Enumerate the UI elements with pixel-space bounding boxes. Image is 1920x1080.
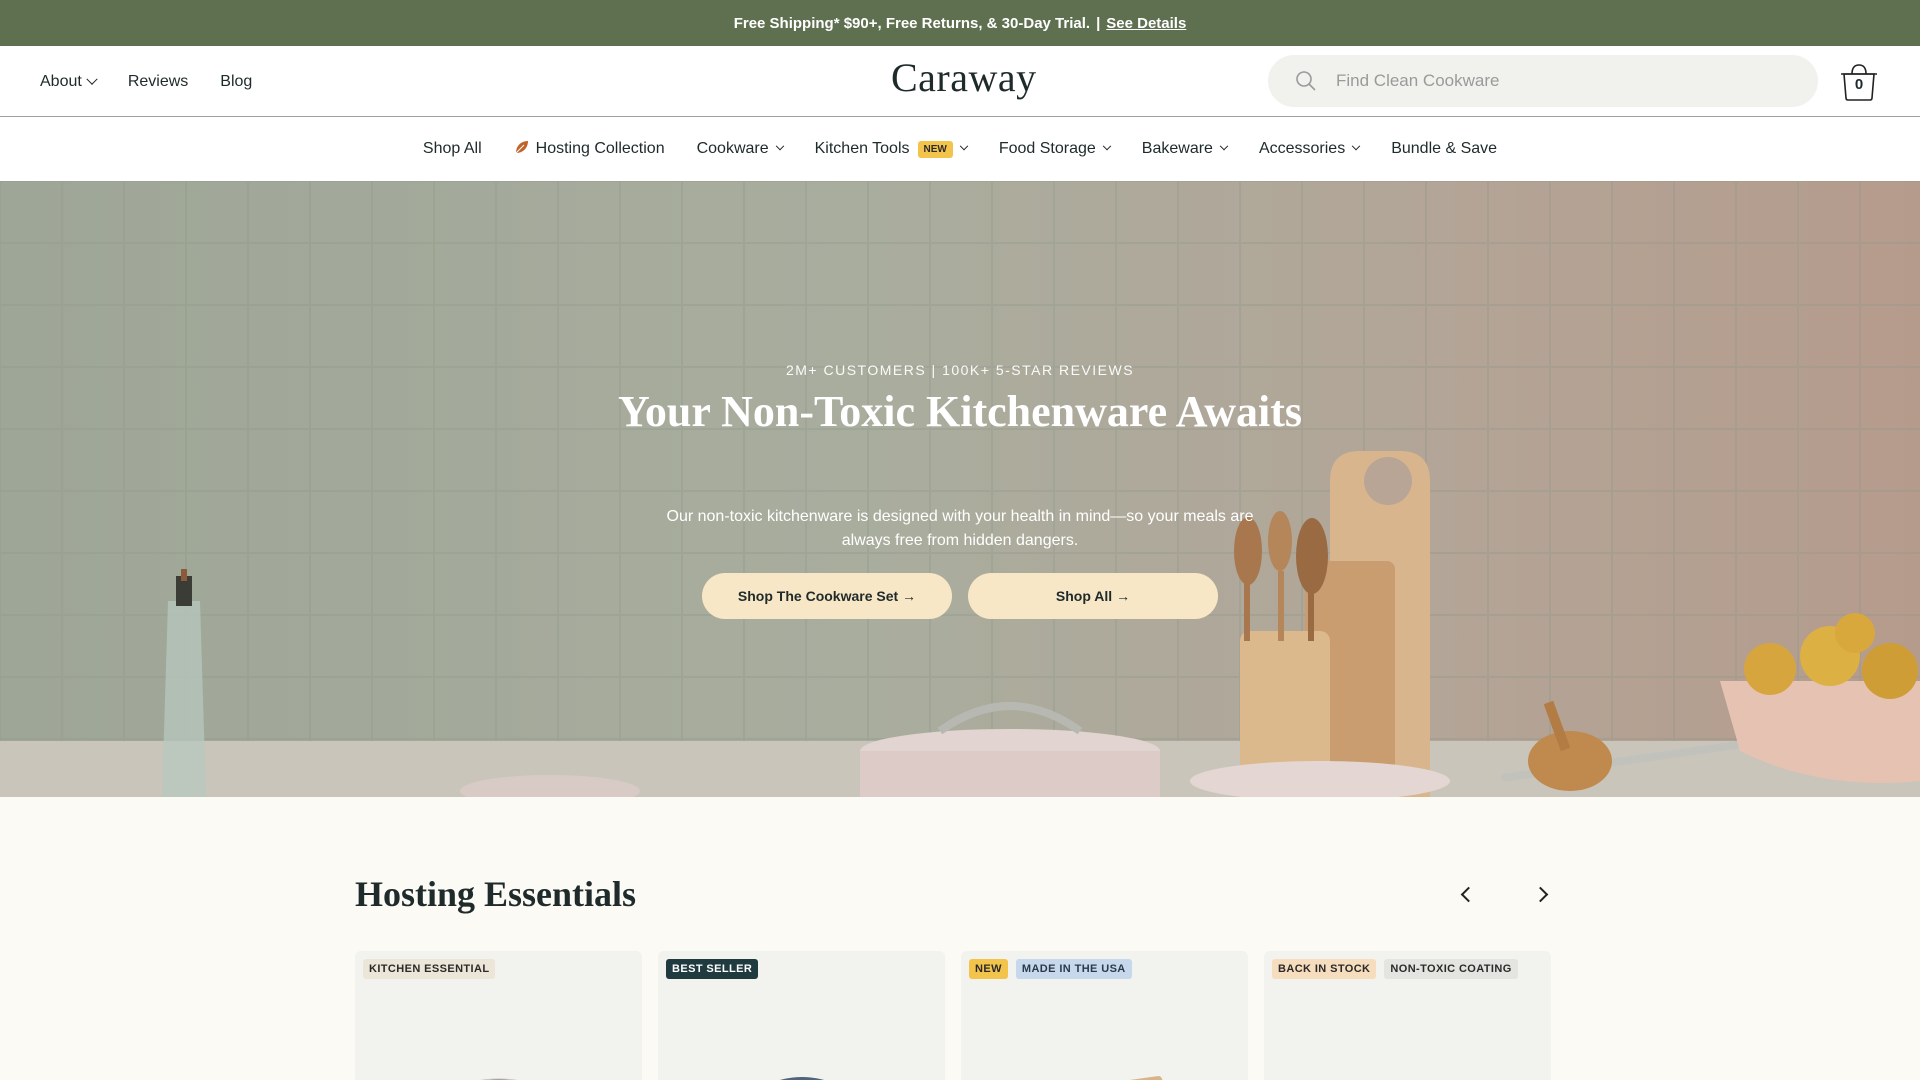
tag-badge: BACK IN STOCK (1272, 959, 1377, 979)
site-header: About Reviews Blog Caraway 0 (0, 46, 1920, 117)
cat-label: Bakeware (1141, 140, 1213, 157)
hero-background-image (0, 181, 1920, 797)
see-details-link[interactable]: See Details (1106, 15, 1186, 32)
carousel-next-button[interactable] (1532, 883, 1556, 907)
chevron-down-icon (1102, 141, 1112, 151)
tag-list: BACK IN STOCK NON-TOXIC COATING (1272, 959, 1518, 979)
cat-label: Cookware (696, 140, 769, 157)
chevron-down-icon (1351, 141, 1361, 151)
cart-count: 0 (1854, 76, 1864, 93)
new-badge: NEW (917, 140, 953, 158)
shop-cookware-set-button[interactable]: Shop The Cookware Set → (702, 573, 952, 619)
cat-food-storage[interactable]: Food Storage (998, 140, 1112, 158)
product-carousel: KITCHEN ESSENTIAL BEST SELLER NEW MADE I… (355, 951, 1551, 1080)
chevron-down-icon (1219, 141, 1229, 151)
cat-accessories[interactable]: Accessories (1258, 140, 1361, 158)
tag-badge: BEST SELLER (666, 959, 759, 979)
chevron-right-icon (1532, 886, 1549, 903)
tag-badge: NEW (969, 959, 1008, 979)
nav-reviews-label: Reviews (127, 72, 189, 90)
cat-label: Bundle & Save (1391, 140, 1498, 157)
nav-blog[interactable]: Blog (220, 73, 252, 91)
utility-nav: About Reviews Blog (40, 46, 252, 117)
chevron-down-icon (959, 141, 969, 151)
chevron-down-icon (86, 73, 98, 85)
product-card[interactable]: BACK IN STOCK NON-TOXIC COATING (1264, 951, 1551, 1080)
product-card[interactable]: NEW MADE IN THE USA (961, 951, 1248, 1080)
tag-badge: MADE IN THE USA (1015, 959, 1132, 979)
nav-blog-label: Blog (220, 72, 253, 90)
cat-cookware[interactable]: Cookware (696, 140, 784, 158)
tag-list: BEST SELLER (666, 959, 759, 979)
announcement-separator: | (1096, 14, 1101, 32)
hero-subtitle: Our non-toxic kitchenware is designed wi… (666, 508, 1254, 549)
announcement-text: Free Shipping* $90+, Free Returns, & 30-… (733, 14, 1091, 32)
cat-kitchen-tools[interactable]: Kitchen Tools NEW (814, 140, 969, 158)
cat-bakeware[interactable]: Bakeware (1141, 140, 1229, 158)
hero-buttons: Shop The Cookware Set → Shop All → (702, 573, 1218, 619)
cart-button[interactable]: 0 (1838, 62, 1880, 102)
chevron-left-icon (1460, 886, 1477, 903)
product-image (480, 1078, 517, 1080)
hero-title: Your Non-Toxic Kitchenware Awaits (617, 387, 1303, 436)
product-image (779, 1077, 824, 1080)
nav-reviews[interactable]: Reviews (128, 73, 188, 91)
cat-hosting-collection[interactable]: Hosting Collection (514, 139, 665, 159)
search-bar[interactable] (1268, 55, 1818, 107)
product-image (1348, 1061, 1468, 1080)
cat-label: Food Storage (998, 140, 1096, 157)
chevron-down-icon (775, 141, 784, 151)
tag-badge: NON-TOXIC COATING (1384, 959, 1518, 979)
cat-label: Shop All (422, 140, 482, 157)
tag-list: KITCHEN ESSENTIAL (363, 959, 496, 979)
section-title: Hosting Essentials (355, 874, 637, 914)
cat-bundle-save[interactable]: Bundle & Save (1391, 140, 1497, 158)
brand-logo[interactable]: Caraway (891, 54, 1037, 101)
category-nav: Shop All Hosting Collection Cookware Kit… (0, 117, 1920, 181)
nav-about[interactable]: About (40, 72, 98, 91)
carousel-prev-button[interactable] (1454, 883, 1478, 907)
cat-shop-all[interactable]: Shop All (423, 140, 482, 158)
cat-label: Hosting Collection (535, 140, 665, 157)
tag-badge: KITCHEN ESSENTIAL (363, 959, 496, 979)
product-image (1052, 1076, 1167, 1080)
search-input[interactable] (1336, 71, 1776, 91)
product-card[interactable]: BEST SELLER (658, 951, 945, 1080)
tag-list: NEW MADE IN THE USA (969, 959, 1132, 979)
leaf-icon (514, 139, 530, 159)
hero-eyebrow: 2M+ CUSTOMERS | 100K+ 5-STAR REVIEWS (785, 362, 1135, 378)
announcement-bar: Free Shipping* $90+, Free Returns, & 30-… (0, 0, 1920, 46)
nav-about-label: About (40, 72, 82, 90)
cat-label: Kitchen Tools (814, 140, 910, 157)
search-icon (1294, 69, 1318, 93)
cat-label: Accessories (1258, 140, 1346, 157)
product-card[interactable]: KITCHEN ESSENTIAL (355, 951, 642, 1080)
hero-banner: 2M+ CUSTOMERS | 100K+ 5-STAR REVIEWS You… (0, 181, 1920, 797)
shop-all-button[interactable]: Shop All → (968, 573, 1218, 619)
